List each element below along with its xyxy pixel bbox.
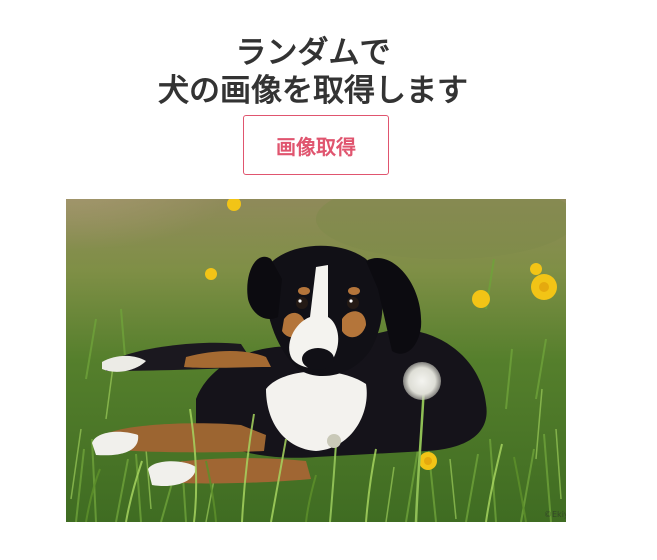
page-title-line-2: 犬の画像を取得します — [158, 73, 468, 109]
page-title-line-1: ランダムで — [235, 35, 391, 71]
photo-watermark: ©Ekiya — [544, 510, 566, 519]
fetch-image-button[interactable]: 画像取得 — [243, 115, 389, 175]
page-title: ランダムで 犬の画像を取得します — [0, 34, 626, 110]
page: ランダムで 犬の画像を取得します 画像取得 ©Eki — [0, 0, 657, 560]
dog-photo: ©Ekiya — [66, 199, 566, 522]
